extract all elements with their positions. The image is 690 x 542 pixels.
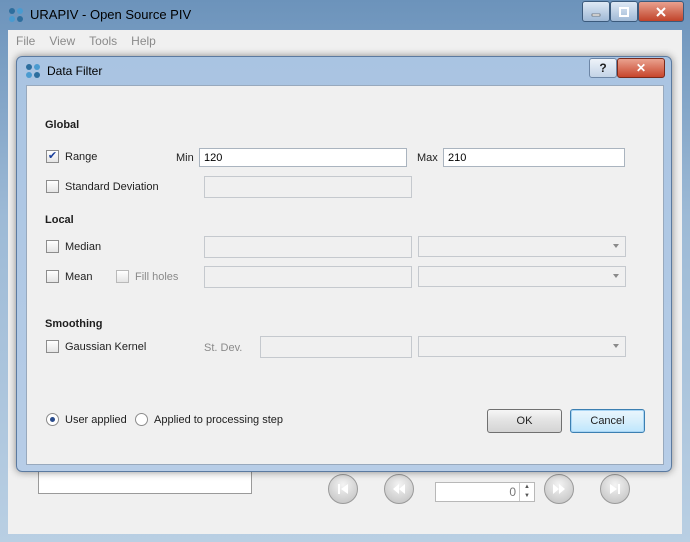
chevron-down-icon [613,344,619,348]
range-label: Range [65,150,98,163]
fast-forward-icon [553,484,565,494]
previous-frame-button[interactable] [384,474,414,504]
fill-holes-label: Fill holes [135,270,179,283]
menubar: File View Tools Help [16,34,156,48]
app-icon [26,64,40,78]
main-title-bar: URAPIV - Open Source PIV [0,0,690,30]
cancel-button[interactable]: Cancel [570,409,645,433]
mean-checkbox[interactable]: Mean [46,270,93,283]
median-checkbox[interactable]: Median [46,240,101,253]
std-dev-input[interactable] [204,176,412,198]
gaussian-kernel-label: Gaussian Kernel [65,340,147,353]
local-heading: Local [45,214,74,226]
main-title: URAPIV - Open Source PIV [30,7,192,22]
minimize-button[interactable] [582,1,610,22]
checkbox-icon [46,180,59,193]
help-icon: ? [599,61,607,75]
main-close-button[interactable] [638,1,684,22]
close-icon [656,6,666,17]
min-label: Min [176,152,194,164]
help-button[interactable]: ? [589,58,617,78]
close-icon: ✕ [635,61,647,75]
dialog-title-bar: Data Filter [25,63,102,79]
range-max-input[interactable] [443,148,625,167]
frame-spinbox[interactable]: 0 ▲ ▼ [435,482,535,502]
mean-label: Mean [65,270,93,283]
rewind-icon [393,484,405,494]
range-min-input[interactable] [199,148,407,167]
dialog-close-button[interactable]: ✕ [617,58,665,78]
menu-help[interactable]: Help [131,34,156,48]
median-label: Median [65,240,102,253]
minimize-icon [591,13,601,16]
st-dev-label: St. Dev. [204,342,243,354]
fill-holes-checkbox[interactable]: Fill holes [116,270,178,283]
ok-button[interactable]: OK [487,409,562,433]
checkbox-icon [46,340,59,353]
menu-file[interactable]: File [16,34,35,48]
frame-spinbox-value: 0 [509,485,516,499]
std-dev-label: Standard Deviation [65,180,159,193]
gaussian-kernel-checkbox[interactable]: Gaussian Kernel [46,340,146,353]
last-frame-button[interactable] [600,474,630,504]
skip-first-icon [338,484,348,494]
median-input[interactable] [204,236,412,258]
chevron-down-icon [613,274,619,278]
maximize-button[interactable] [610,1,638,22]
radio-selected-icon [46,413,59,426]
st-dev-input[interactable] [260,336,412,358]
user-applied-label: User applied [65,413,127,426]
processing-step-radio[interactable]: Applied to processing step [135,413,283,426]
smoothing-heading: Smoothing [45,318,103,330]
checkbox-checked-icon: ✔ [46,150,59,163]
checkbox-icon [46,270,59,283]
menu-tools[interactable]: Tools [89,34,117,48]
skip-last-icon [610,484,620,494]
gaussian-combo[interactable] [418,336,626,357]
next-frame-button[interactable] [544,474,574,504]
global-heading: Global [45,119,80,131]
mean-input[interactable] [204,266,412,288]
checkbox-icon [116,270,129,283]
menu-view[interactable]: View [49,34,75,48]
range-checkbox[interactable]: ✔ Range [46,150,97,163]
user-applied-radio[interactable]: User applied [46,413,127,426]
app-icon [9,8,23,22]
std-dev-checkbox[interactable]: Standard Deviation [46,180,159,193]
dialog-body: Global ✔ Range Min Max Standard Deviatio… [26,85,664,465]
dialog-title: Data Filter [47,64,103,78]
first-frame-button[interactable] [328,474,358,504]
median-combo[interactable] [418,236,626,257]
max-label: Max [417,152,438,164]
checkbox-icon [46,240,59,253]
spinbox-arrows[interactable]: ▲ ▼ [519,483,534,501]
maximize-icon [619,6,629,17]
chevron-down-icon [613,244,619,248]
data-filter-dialog: Data Filter ? ✕ Global ✔ Range Min Max S… [16,56,672,472]
processing-step-label: Applied to processing step [154,413,284,426]
radio-icon [135,413,148,426]
mean-combo[interactable] [418,266,626,287]
